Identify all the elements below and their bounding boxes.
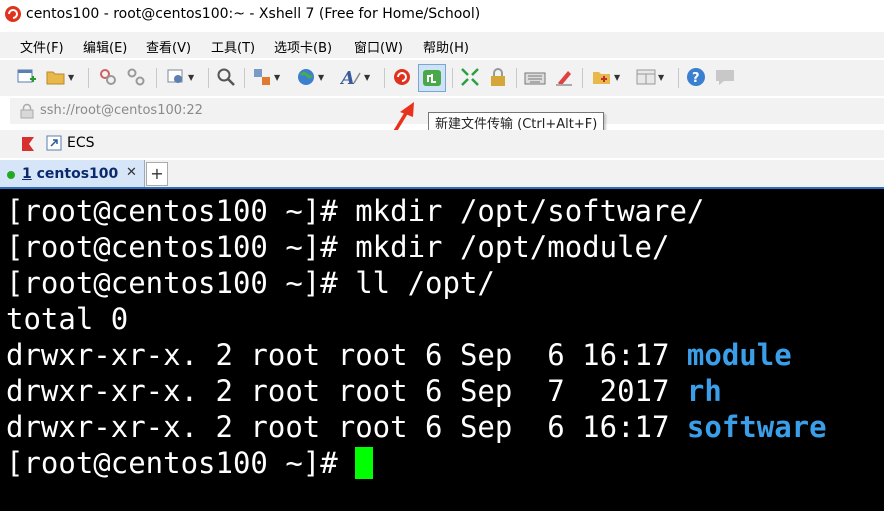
toolbar: ▼ ▼ ▼ ▼ A ▼ ▼ ▼ ? (0, 60, 884, 96)
properties-button[interactable]: ▼ (166, 66, 194, 88)
terminal-line: drwxr-xr-x. 2 root root 6 Sep 6 16:17 mo… (6, 337, 792, 373)
xshell-logo-icon (5, 6, 21, 22)
chat-bubble-icon (716, 70, 734, 85)
svg-text:A: A (340, 68, 355, 87)
find-button[interactable] (216, 66, 236, 88)
lock-icon (491, 68, 505, 86)
tab-bar: 1 centos100 ✕ + (0, 160, 884, 189)
help-icon: ? (687, 68, 705, 86)
directory-name: module (686, 338, 792, 372)
layout-icon (254, 69, 270, 85)
window-title: centos100 - root@centos100:~ - Xshell 7 … (26, 6, 481, 22)
menu-view[interactable]: 查看(V) (146, 37, 191, 56)
title-bar: centos100 - root@centos100:~ - Xshell 7 … (0, 0, 884, 30)
svg-text:?: ? (692, 71, 700, 86)
terminal-line: [root@centos100 ~]# ll /opt/ (6, 266, 495, 300)
properties-icon (167, 69, 183, 83)
link-ecs-label: ECS (67, 135, 95, 151)
menu-tools[interactable]: 工具(T) (211, 37, 255, 56)
terminal[interactable]: [root@centos100 ~]# mkdir /opt/software/… (0, 189, 884, 511)
connect-button[interactable] (98, 66, 118, 88)
new-session-icon (17, 69, 36, 83)
lock-icon (20, 103, 34, 119)
folder-open-icon (46, 71, 65, 85)
terminal-line: [root@centos100 ~]# mkdir /opt/module/ (6, 230, 670, 264)
new-file-transfer-button[interactable] (418, 64, 446, 92)
tab-number: 1 (22, 166, 32, 182)
directory-name: rh (686, 374, 722, 408)
font-button[interactable]: A ▼ (340, 66, 370, 88)
network-button[interactable]: ▼ (296, 66, 324, 88)
disconnect-icon (127, 68, 145, 86)
xshell-icon (394, 69, 410, 85)
tile-windows-icon (636, 69, 656, 85)
address-input[interactable]: ssh://root@centos100:22 (40, 103, 203, 118)
xftp-icon (423, 70, 441, 86)
link-bar: ECS (0, 130, 884, 158)
terminal-cursor (355, 447, 374, 479)
shortcut-icon (46, 135, 62, 151)
xshell-button[interactable] (392, 66, 412, 88)
keyboard-icon (524, 72, 546, 85)
terminal-prompt-line: [root@centos100 ~]# (6, 445, 374, 481)
globe-icon (298, 69, 314, 85)
menu-edit[interactable]: 编辑(E) (83, 37, 127, 56)
terminal-line: drwxr-xr-x. 2 root root 6 Sep 6 16:17 so… (6, 409, 827, 445)
link-ecs[interactable]: ECS (46, 135, 95, 151)
listing-attributes: drwxr-xr-x. 2 root root 6 Sep 6 16:17 (6, 410, 687, 444)
close-icon[interactable]: ✕ (126, 165, 137, 180)
terminal-line: drwxr-xr-x. 2 root root 6 Sep 7 2017 rh (6, 373, 722, 409)
fullscreen-button[interactable] (460, 66, 480, 88)
layout-button[interactable]: ▼ (252, 66, 280, 88)
bookmark-icon (22, 137, 34, 151)
highlight-button[interactable] (554, 66, 574, 88)
terminal-prompt: [root@centos100 ~]# (6, 446, 356, 480)
connection-status-icon (7, 171, 15, 179)
disconnect-button[interactable] (126, 66, 146, 88)
menu-tabs[interactable]: 选项卡(B) (274, 37, 332, 56)
tile-button[interactable]: ▼ (636, 66, 664, 88)
chat-button[interactable] (714, 66, 736, 88)
menu-file[interactable]: 文件(F) (20, 37, 64, 56)
listing-attributes: drwxr-xr-x. 2 root root 6 Sep 6 16:17 (6, 338, 687, 372)
listing-attributes: drwxr-xr-x. 2 root root 6 Sep 7 2017 (6, 374, 687, 408)
menu-bar: 文件(F) 编辑(E) 查看(V) 工具(T) 选项卡(B) 窗口(W) 帮助(… (0, 32, 884, 58)
folder-add-icon (593, 72, 610, 84)
lock-button[interactable] (488, 66, 508, 88)
terminal-line: total 0 (6, 302, 129, 336)
fullscreen-icon (461, 68, 479, 86)
tab-label: centos100 (36, 166, 119, 182)
menu-window[interactable]: 窗口(W) (354, 37, 403, 56)
font-icon: A (340, 68, 361, 87)
add-tab-button[interactable]: + (146, 162, 168, 186)
help-button[interactable]: ? (686, 66, 706, 88)
open-session-button[interactable]: ▼ (46, 66, 74, 88)
tab-centos100[interactable]: 1 centos100 ✕ (0, 160, 145, 187)
highlighter-icon (556, 71, 572, 86)
terminal-line: [root@centos100 ~]# mkdir /opt/software/ (6, 194, 705, 228)
search-icon (217, 68, 235, 86)
connect-icon (100, 69, 116, 85)
new-folder-button[interactable]: ▼ (592, 66, 620, 88)
menu-help[interactable]: 帮助(H) (423, 37, 469, 56)
new-session-button[interactable] (16, 66, 36, 88)
directory-name: software (686, 410, 827, 444)
keyboard-button[interactable] (524, 66, 546, 88)
